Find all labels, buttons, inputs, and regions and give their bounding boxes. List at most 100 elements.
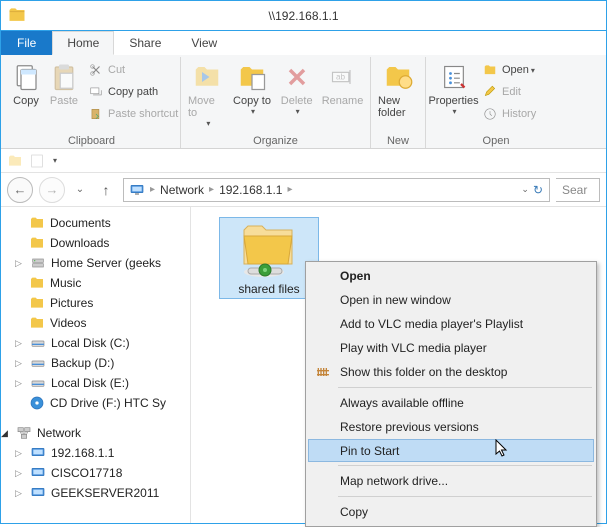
tab-share[interactable]: Share [114, 31, 176, 55]
window-title: \\192.168.1.1 [268, 9, 338, 23]
ctx-copy[interactable]: Copy [308, 500, 594, 524]
cut-icon [88, 62, 104, 78]
open-icon [482, 62, 498, 78]
ctx-vlc-playlist[interactable]: Add to VLC media player's Playlist [308, 312, 594, 336]
paste-button[interactable]: Paste [46, 59, 82, 109]
videos-icon [29, 315, 45, 331]
ctx-map-drive[interactable]: Map network drive... [308, 469, 594, 493]
collapse-icon[interactable]: ◢ [1, 428, 11, 439]
nav-net-host[interactable]: ▷192.168.1.1 [1, 443, 190, 463]
folder-shared-files[interactable]: shared files [219, 217, 319, 299]
qat-properties-icon[interactable] [29, 153, 45, 169]
paste-shortcut-button[interactable]: Paste shortcut [84, 103, 182, 125]
nav-network-root[interactable]: ◢Network [1, 423, 190, 443]
nav-pictures[interactable]: Pictures [1, 293, 190, 313]
network-icon [16, 425, 32, 441]
expand-icon[interactable]: ▷ [15, 378, 25, 389]
breadcrumb-network[interactable]: Network [157, 183, 207, 197]
expand-icon[interactable]: ▷ [15, 488, 25, 499]
downloads-icon [29, 235, 45, 251]
svg-text:ab: ab [336, 72, 346, 81]
forward-button[interactable]: → [39, 177, 65, 203]
nav-local-e[interactable]: ▷Local Disk (E:) [1, 373, 190, 393]
copy-path-button[interactable]: Copy path [84, 81, 182, 103]
drive-icon [30, 335, 46, 351]
nav-net-geek[interactable]: ▷GEEKSERVER2011 [1, 483, 190, 503]
edit-icon [482, 84, 498, 100]
cut-button[interactable]: Cut [84, 59, 182, 81]
move-to-button[interactable]: Move to▾ [186, 59, 229, 130]
cd-icon [29, 395, 45, 411]
search-input[interactable]: Sear [556, 178, 600, 202]
copy-to-icon [236, 61, 268, 93]
new-folder-icon [382, 61, 414, 93]
refresh-icon[interactable]: ↻ [533, 183, 543, 197]
computer-icon [129, 182, 145, 198]
expand-icon[interactable]: ▷ [15, 448, 25, 459]
rename-button[interactable]: abRename [320, 59, 365, 109]
computer-icon [30, 445, 46, 461]
properties-icon [438, 61, 470, 93]
ctx-separator [338, 387, 592, 388]
expand-icon[interactable]: ▷ [15, 338, 25, 349]
nav-net-cisco[interactable]: ▷CISCO17718 [1, 463, 190, 483]
arrow-right-icon: → [46, 182, 59, 197]
new-folder-button[interactable]: New folder [376, 59, 420, 121]
nav-cd-drive[interactable]: CD Drive (F:) HTC Sy [1, 393, 190, 413]
nav-backup-d[interactable]: ▷Backup (D:) [1, 353, 190, 373]
recent-locations-button[interactable]: ⌄ [71, 181, 89, 199]
server-icon [30, 255, 46, 271]
music-icon [29, 275, 45, 291]
fences-icon [314, 363, 332, 381]
context-menu: Open Open in new window Add to VLC media… [305, 261, 597, 527]
history-icon [482, 106, 498, 122]
folder-label: shared files [222, 282, 316, 296]
ctx-open[interactable]: Open [308, 264, 594, 288]
navigation-pane[interactable]: Documents Downloads ▷Home Server (geeks … [1, 207, 191, 523]
ribbon: Copy Paste Cut Copy path Paste shortcut … [1, 55, 606, 149]
nav-music[interactable]: Music [1, 273, 190, 293]
tab-view[interactable]: View [176, 31, 232, 55]
ctx-separator [338, 496, 592, 497]
nav-downloads[interactable]: Downloads [1, 233, 190, 253]
delete-icon [281, 61, 313, 93]
drive-icon [30, 375, 46, 391]
history-button[interactable]: History [478, 103, 540, 125]
back-button[interactable]: ← [7, 177, 33, 203]
nav-videos[interactable]: Videos [1, 313, 190, 333]
ctx-offline[interactable]: Always available offline [308, 391, 594, 415]
qat-folder-icon[interactable] [7, 153, 23, 169]
app-icon [7, 5, 29, 27]
edit-button[interactable]: Edit [478, 81, 540, 103]
ctx-show-desktop[interactable]: Show this folder on the desktop [308, 360, 594, 384]
title-bar: \\192.168.1.1 [1, 1, 606, 31]
network-folder-icon [234, 222, 304, 280]
arrow-up-icon: ↑ [103, 182, 110, 198]
quick-access-toolbar: ▾ [1, 149, 606, 173]
breadcrumb-host[interactable]: 192.168.1.1 [216, 183, 285, 197]
nav-homeserver[interactable]: ▷Home Server (geeks [1, 253, 190, 273]
ctx-pin-to-start[interactable]: Pin to Start [308, 439, 594, 462]
expand-icon[interactable]: ▷ [15, 468, 25, 479]
paste-shortcut-icon [88, 106, 104, 122]
address-bar[interactable]: ▸ Network ▸ 192.168.1.1 ▸ ⌄ ↻ [123, 178, 550, 202]
ctx-restore[interactable]: Restore previous versions [308, 415, 594, 439]
delete-button[interactable]: Delete▾ [275, 59, 318, 118]
tab-home[interactable]: Home [52, 31, 114, 55]
expand-icon[interactable]: ▷ [15, 258, 25, 269]
open-button[interactable]: Open▾ [478, 59, 540, 81]
copy-to-button[interactable]: Copy to▾ [231, 59, 274, 118]
copy-button[interactable]: Copy [8, 59, 44, 109]
nav-documents[interactable]: Documents [1, 213, 190, 233]
ctx-vlc-play[interactable]: Play with VLC media player [308, 336, 594, 360]
qat-dropdown-icon[interactable]: ▾ [53, 156, 57, 165]
address-dropdown-icon[interactable]: ⌄ [521, 184, 529, 195]
up-button[interactable]: ↑ [95, 179, 117, 201]
ribbon-tabs: File Home Share View [1, 31, 606, 55]
properties-button[interactable]: Properties▾ [431, 59, 476, 118]
expand-icon[interactable]: ▷ [15, 358, 25, 369]
arrow-left-icon: ← [14, 182, 27, 197]
tab-file[interactable]: File [1, 31, 52, 55]
ctx-open-new-window[interactable]: Open in new window [308, 288, 594, 312]
nav-local-c[interactable]: ▷Local Disk (C:) [1, 333, 190, 353]
